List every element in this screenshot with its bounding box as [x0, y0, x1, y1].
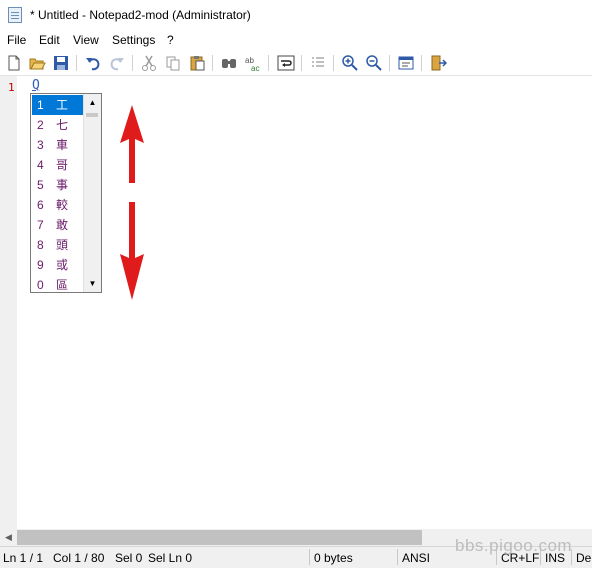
menu-settings[interactable]: Settings [112, 33, 155, 47]
line-number: 1 [8, 81, 15, 94]
open-file-icon[interactable] [28, 54, 46, 72]
scheme-icon[interactable] [397, 54, 415, 72]
candidate-item[interactable]: 9或 [32, 255, 85, 275]
status-scheme[interactable]: De [576, 551, 591, 565]
candidate-scrollbar[interactable]: ▲ ▼ [83, 94, 101, 292]
watermark: bbs.pigoo.com [455, 536, 573, 555]
replace-icon[interactable]: ab ac [244, 54, 262, 72]
status-column: Col 1 / 80 [53, 551, 105, 565]
undo-icon[interactable] [84, 54, 102, 72]
window-title: * Untitled - Notepad2-mod (Administrator… [30, 8, 251, 22]
toolbar: ab ac [0, 50, 592, 76]
bookmark-list-icon[interactable] [309, 54, 327, 72]
red-up-arrow [120, 105, 144, 183]
red-down-arrow [120, 202, 144, 300]
status-encoding[interactable]: ANSI [402, 551, 430, 565]
text-editor[interactable] [17, 76, 592, 529]
scroll-left-icon[interactable]: ◀ [0, 529, 17, 546]
zoom-in-icon[interactable] [341, 54, 359, 72]
candidate-item[interactable]: 7敢 [32, 215, 85, 235]
candidate-item[interactable]: 2七 [32, 115, 85, 135]
exit-icon[interactable] [429, 54, 447, 72]
candidate-item[interactable]: 6較 [32, 195, 85, 215]
status-file-size: 0 bytes [314, 551, 353, 565]
candidate-item[interactable]: 5事 [32, 175, 85, 195]
menu-edit[interactable]: Edit [39, 33, 60, 47]
new-file-icon[interactable] [5, 54, 23, 72]
redo-icon[interactable] [108, 54, 126, 72]
paste-icon[interactable] [188, 54, 206, 72]
menu-view[interactable]: View [73, 33, 99, 47]
status-selection: Sel 0 [115, 551, 143, 565]
save-icon[interactable] [52, 54, 70, 72]
scroll-down-icon[interactable]: ▼ [84, 275, 101, 292]
menu-file[interactable]: File [7, 33, 26, 47]
menu-bar: File Edit View Settings ? [0, 30, 592, 50]
menu-help[interactable]: ? [167, 33, 174, 47]
cut-icon[interactable] [140, 54, 158, 72]
word-wrap-icon[interactable] [277, 54, 295, 72]
line-number-gutter [0, 76, 17, 529]
candidate-item[interactable]: 8頭 [32, 235, 85, 255]
scroll-thumb[interactable] [86, 113, 98, 117]
copy-icon[interactable] [164, 54, 182, 72]
scroll-up-icon[interactable]: ▲ [84, 94, 101, 111]
ime-composition-text: Q [32, 78, 40, 93]
title-bar: * Untitled - Notepad2-mod (Administrator… [0, 0, 592, 30]
notepad-icon [8, 7, 22, 23]
zoom-out-icon[interactable] [365, 54, 383, 72]
find-icon[interactable] [220, 54, 238, 72]
ime-candidate-list[interactable]: 1工 2七 3車 4哥 5事 6較 7敢 8頭 9或 0區 ▲ ▼ [30, 93, 102, 293]
candidate-item[interactable]: 4哥 [32, 155, 85, 175]
candidate-item[interactable]: 1工 [32, 95, 85, 115]
status-selected-lines: Sel Ln 0 [148, 551, 193, 565]
candidate-item[interactable]: 0區 [32, 275, 85, 295]
status-line: Ln 1 / 1 [3, 551, 44, 565]
svg-text:ac: ac [251, 64, 259, 72]
candidate-item[interactable]: 3車 [32, 135, 85, 155]
horizontal-scroll-thumb[interactable] [17, 530, 422, 545]
